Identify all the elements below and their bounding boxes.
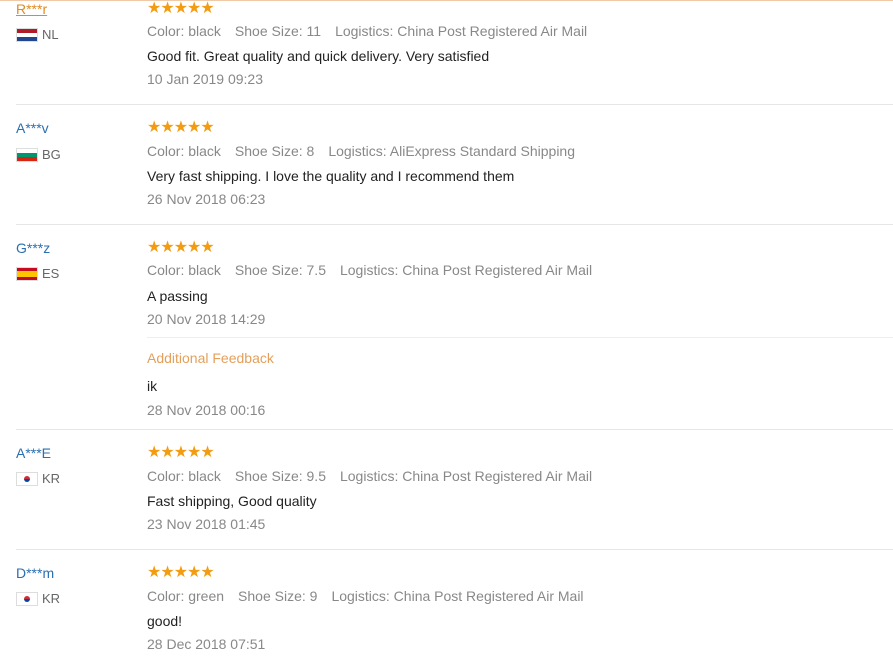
logistics-attribute: Logistics: China Post Registered Air Mai… xyxy=(339,262,593,278)
review-divider xyxy=(16,104,893,105)
star-rating: ★★★★★ xyxy=(147,444,215,461)
review-meta: Color: black Shoe Size: 8 Logistics: AliEx… xyxy=(147,142,589,160)
review-date: 26 Nov 2018 06:23 xyxy=(147,191,266,207)
review-date: 23 Nov 2018 01:45 xyxy=(147,516,266,532)
size-attribute: Shoe Size: 11 xyxy=(234,23,322,39)
es-flag-icon xyxy=(16,267,38,281)
review-meta: Color: green Shoe Size: 9 Logistics: China… xyxy=(147,587,598,605)
additional-feedback-label: Additional Feedback xyxy=(147,350,274,366)
country-code: KR xyxy=(42,471,61,486)
color-attribute: Color: black xyxy=(147,143,221,159)
reviewer-country: BG xyxy=(16,147,61,163)
review-text: Fast shipping, Good quality xyxy=(147,493,317,509)
review-meta: Color: black Shoe Size: 11 Logistics: Chin… xyxy=(147,22,601,40)
star-rating: ★★★★★ xyxy=(147,239,215,256)
star-rating: ★★★★★ xyxy=(147,119,215,136)
color-attribute: Color: green xyxy=(147,588,225,604)
logistics-attribute: Logistics: China Post Registered Air Mai… xyxy=(331,588,584,604)
top-border xyxy=(0,0,893,1)
bg-flag-icon xyxy=(16,148,38,162)
country-code: NL xyxy=(42,27,59,42)
size-attribute: Shoe Size: 7.5 xyxy=(234,262,326,278)
review-text: A passing xyxy=(147,288,208,304)
color-attribute: Color: black xyxy=(147,23,221,39)
country-code: KR xyxy=(42,591,61,606)
nl-flag-icon xyxy=(16,28,38,42)
review-text: Very fast shipping. I love the quality a… xyxy=(147,168,515,184)
review-meta: Color: black Shoe Size: 9.5 Logistics: Chi… xyxy=(147,467,606,485)
size-attribute: Shoe Size: 9 xyxy=(238,588,318,604)
reviewer-name-link[interactable]: A***E xyxy=(16,445,51,461)
reviewer-country: KR xyxy=(16,591,60,607)
color-attribute: Color: black xyxy=(147,468,221,484)
review-divider xyxy=(16,429,893,430)
reviewer-name-link[interactable]: A***v xyxy=(16,120,49,136)
star-rating: ★★★★★ xyxy=(147,0,215,17)
review-date: 20 Nov 2018 14:29 xyxy=(147,311,266,327)
logistics-attribute: Logistics: China Post Registered Air Mai… xyxy=(339,468,593,484)
kr-flag-icon xyxy=(16,592,38,606)
additional-feedback-divider xyxy=(147,337,893,338)
star-rating: ★★★★★ xyxy=(147,564,215,581)
size-attribute: Shoe Size: 9.5 xyxy=(234,468,326,484)
size-attribute: Shoe Size: 8 xyxy=(234,143,315,159)
review-divider xyxy=(16,224,893,225)
logistics-attribute: Logistics: China Post Registered Air Mai… xyxy=(335,23,588,39)
review-meta: Color: black Shoe Size: 7.5 Logistics: Chi… xyxy=(147,261,606,279)
color-attribute: Color: black xyxy=(147,262,221,278)
reviewer-name-link[interactable]: R***r xyxy=(16,1,47,17)
reviewer-country: ES xyxy=(16,266,59,282)
reviewer-country: NL xyxy=(16,27,59,43)
additional-feedback-text: ik xyxy=(147,378,158,394)
kr-flag-icon xyxy=(16,472,38,486)
reviewer-name-link[interactable]: G***z xyxy=(16,240,50,256)
logistics-attribute: Logistics: AliExpress Standard Shipping xyxy=(328,143,576,159)
reviewer-country: KR xyxy=(16,471,60,487)
review-text: good! xyxy=(147,613,183,629)
country-code: BG xyxy=(42,147,61,162)
review-date: 28 Dec 2018 07:51 xyxy=(147,636,266,652)
review-date: 10 Jan 2019 09:23 xyxy=(147,71,263,87)
reviewer-name-link[interactable]: D***m xyxy=(16,565,54,581)
country-code: ES xyxy=(42,266,60,281)
additional-feedback-date: 28 Nov 2018 00:16 xyxy=(147,402,266,418)
review-divider xyxy=(16,549,893,550)
review-text: Good fit. Great quality and quick delive… xyxy=(147,48,490,64)
